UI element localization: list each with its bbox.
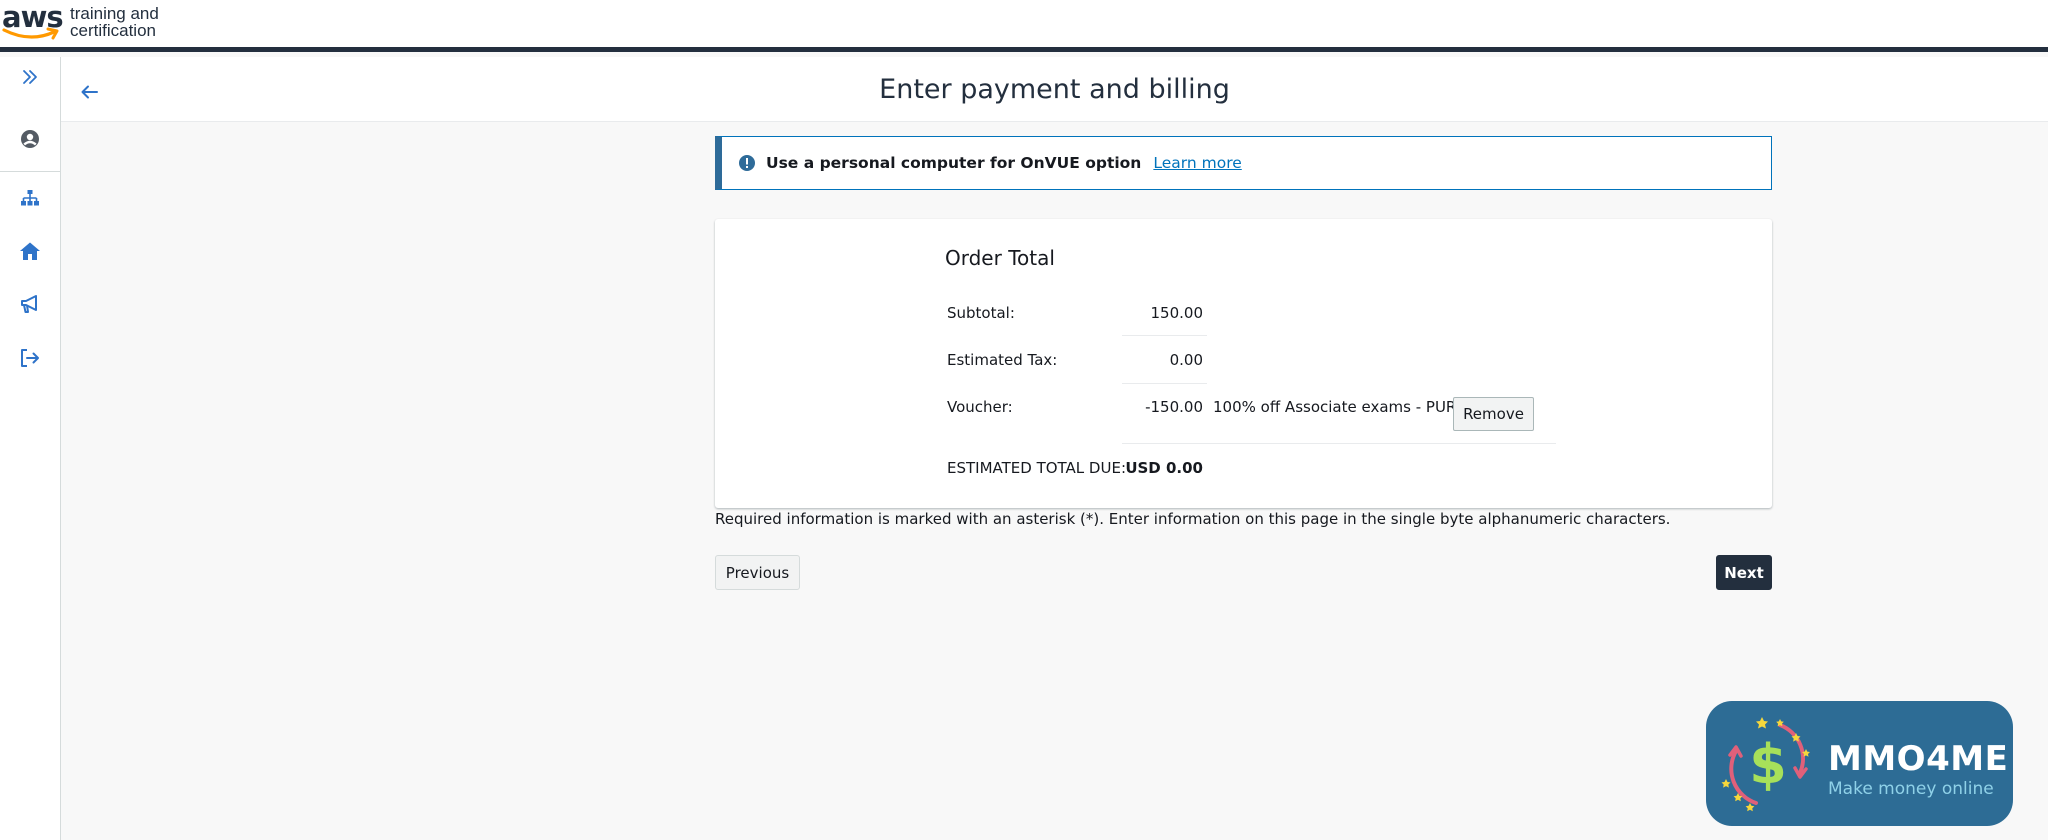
voucher-value: -150.00 <box>1145 398 1203 416</box>
remove-voucher-button[interactable]: Remove <box>1453 397 1534 431</box>
aws-smile-icon <box>2 27 59 40</box>
rail-divider <box>0 171 60 172</box>
logo-line-2: certification <box>70 21 156 40</box>
aws-training-logo[interactable]: aws training and certification <box>2 0 159 46</box>
logo-line-1: training and <box>70 4 159 23</box>
dollar-cycle-icon: $ <box>1721 717 1810 812</box>
side-navigation-rail <box>0 57 61 840</box>
mmo4me-watermark: $ MMO4ME Make money online <box>1706 701 2013 826</box>
row-divider <box>1122 335 1207 336</box>
expand-nav-button[interactable] <box>0 57 60 97</box>
estimated-tax-value: 0.00 <box>1169 351 1203 369</box>
svg-text:$: $ <box>1749 733 1787 796</box>
voucher-label: Voucher: <box>947 398 1013 416</box>
profile-button[interactable] <box>0 119 60 159</box>
page-header: Enter payment and billing <box>61 57 2048 122</box>
next-button[interactable]: Next <box>1716 555 1772 590</box>
row-divider <box>1122 383 1207 384</box>
sign-out-button[interactable] <box>0 338 60 378</box>
info-banner: Use a personal computer for OnVUE option… <box>715 136 1772 190</box>
estimated-tax-label: Estimated Tax: <box>947 351 1058 369</box>
subtotal-label: Subtotal: <box>947 304 1015 322</box>
megaphone-icon <box>21 295 37 313</box>
previous-button[interactable]: Previous <box>715 555 800 590</box>
watermark-brand: MMO4ME <box>1828 739 2009 779</box>
user-circle-icon <box>21 130 39 148</box>
voucher-description: 100% off Associate exams - PUR <box>1213 398 1457 416</box>
order-total-card: Order Total Subtotal: 150.00 Estimated T… <box>715 219 1772 508</box>
subtotal-value: 150.00 <box>1150 304 1204 322</box>
nav-home-button[interactable] <box>0 231 60 271</box>
learn-more-link[interactable]: Learn more <box>1153 154 1241 172</box>
logo-subtitle: training and certification <box>70 5 159 39</box>
estimated-total-value: USD 0.00 <box>1125 459 1203 477</box>
page-title: Enter payment and billing <box>879 74 1230 105</box>
chevrons-right-icon <box>23 70 37 84</box>
row-divider <box>1122 443 1556 444</box>
info-exclamation-icon <box>739 155 755 171</box>
order-total-heading: Order Total <box>945 246 1055 270</box>
home-icon <box>20 242 40 260</box>
banner-message: Use a personal computer for OnVUE option <box>766 154 1142 172</box>
aws-logo-mark: aws <box>2 0 64 46</box>
sitemap-icon <box>21 190 39 206</box>
sign-out-icon <box>21 349 39 367</box>
estimated-total-label: ESTIMATED TOTAL DUE: <box>947 459 1126 477</box>
required-info-note: Required information is marked with an a… <box>715 510 1671 528</box>
nav-announcements-button[interactable] <box>0 284 60 324</box>
watermark-tagline: Make money online <box>1828 779 1994 799</box>
nav-sitemap-button[interactable] <box>0 178 60 218</box>
top-bar: aws training and certification <box>0 0 2048 52</box>
